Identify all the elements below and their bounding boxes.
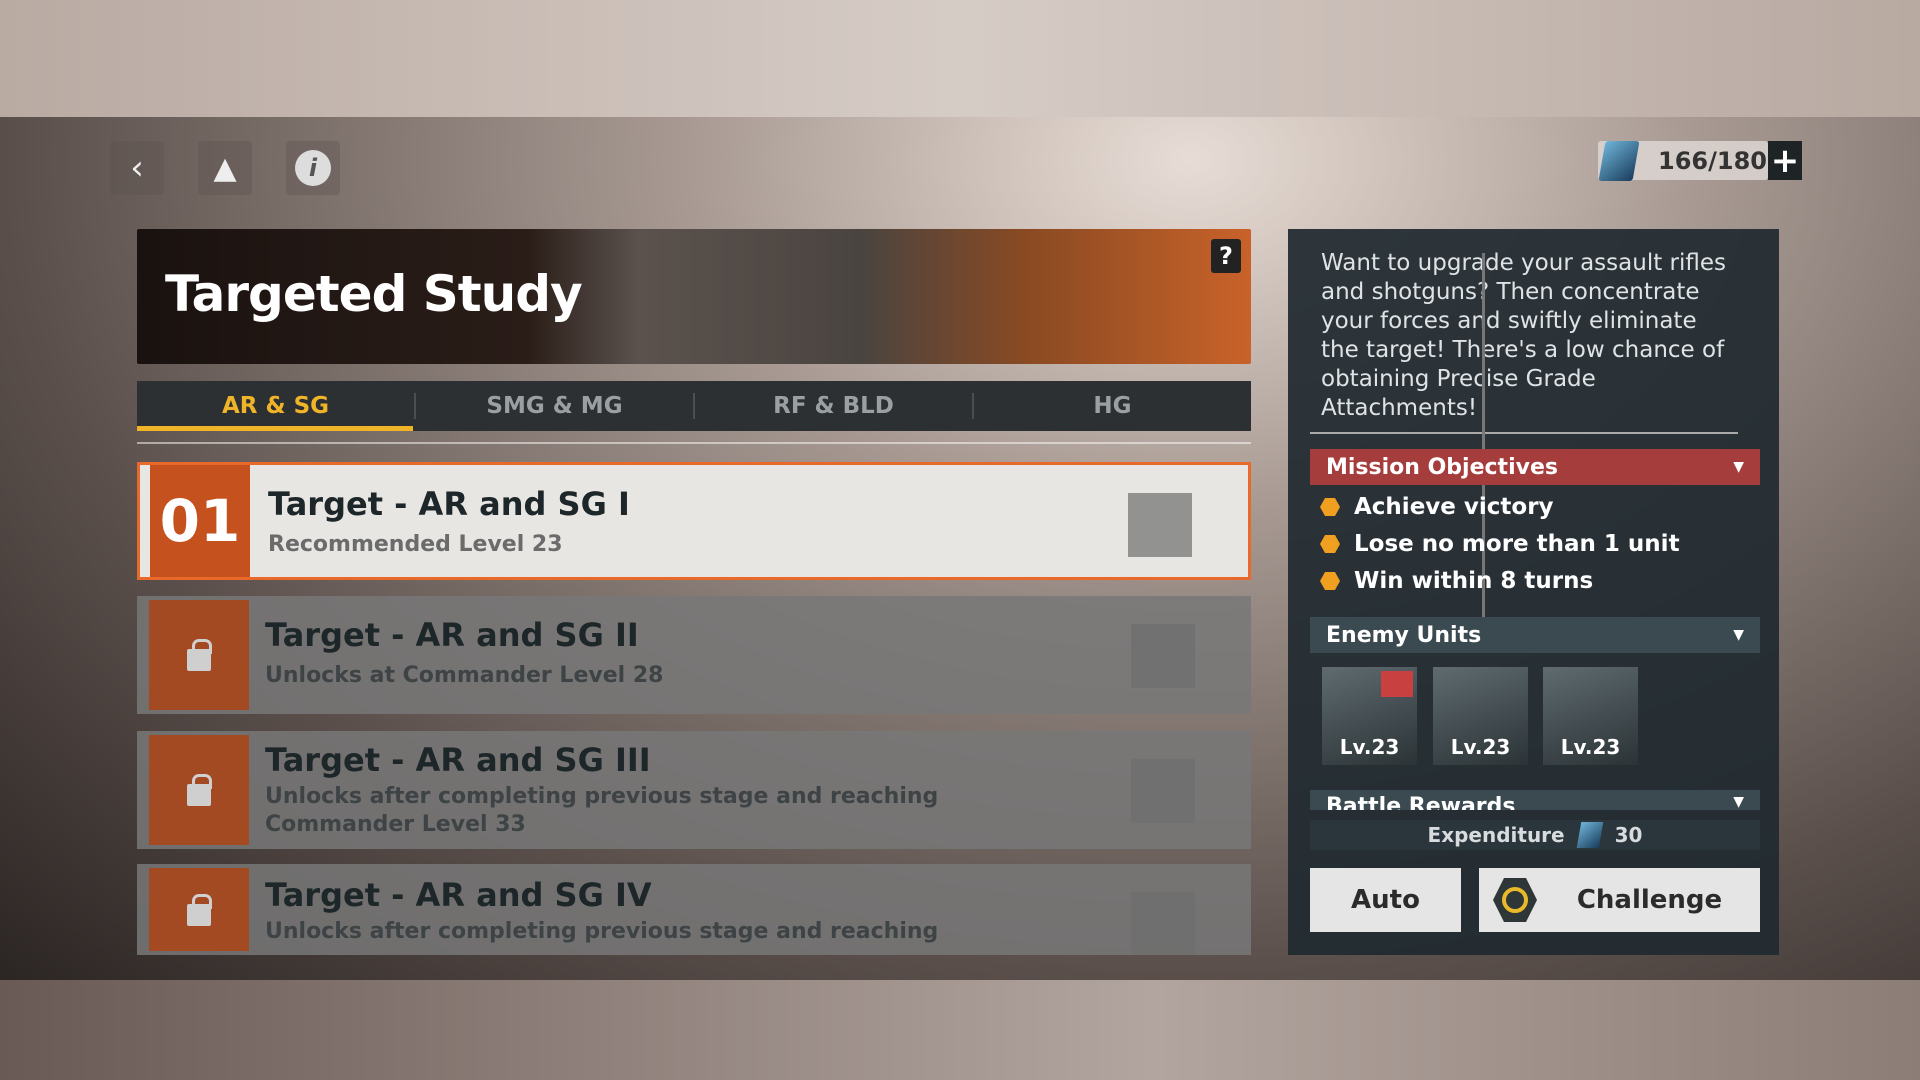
- section-title: Battle Rewards: [1326, 794, 1516, 810]
- stage-subtitle: Unlocks after completing previous stage …: [265, 919, 939, 944]
- lock-icon: [187, 893, 212, 926]
- enemy-portrait[interactable]: Lv.23: [1322, 667, 1417, 765]
- divider: [1310, 432, 1738, 434]
- hexagon-icon: [1320, 572, 1340, 590]
- battery-card-icon: [1598, 140, 1640, 181]
- challenge-label: Challenge: [1576, 885, 1723, 915]
- hexagon-icon: [1320, 498, 1340, 516]
- add-stamina-button[interactable]: +: [1768, 140, 1802, 181]
- stage-subtitle: Recommended Level 23: [268, 532, 563, 557]
- enemy-units-header[interactable]: Enemy Units ▼: [1310, 617, 1760, 653]
- top-letterbox: [0, 0, 1920, 117]
- active-tab-indicator: [137, 426, 413, 431]
- expenditure-label: Expenditure: [1427, 823, 1565, 847]
- caret-down-icon: ▼: [1733, 794, 1744, 810]
- mode-banner: Targeted Study ?: [137, 229, 1251, 364]
- enemy-level: Lv.23: [1560, 735, 1621, 759]
- stage-row-2[interactable]: Target - AR and SG II Unlocks at Command…: [137, 596, 1251, 714]
- target-logo-icon: [1131, 892, 1195, 955]
- expenditure-bar: Expenditure 30: [1310, 820, 1760, 850]
- expenditure-value: 30: [1614, 823, 1643, 847]
- plus-icon: +: [1770, 140, 1800, 181]
- tab-smg-mg[interactable]: SMG & MG: [416, 393, 695, 419]
- target-logo-icon: [1128, 493, 1192, 557]
- stage-title: Target - AR and SG III: [265, 741, 651, 779]
- target-logo-icon: [1131, 759, 1195, 823]
- target-logo-icon: [1131, 624, 1195, 688]
- stage-title: Target - AR and SG I: [268, 485, 630, 523]
- stage-subtitle: Unlocks after completing previous stage …: [265, 784, 939, 837]
- bottom-letterbox: [0, 980, 1920, 1080]
- home-button[interactable]: ▲: [198, 141, 252, 195]
- objective-text: Achieve victory: [1354, 494, 1554, 520]
- lock-icon: [187, 639, 212, 671]
- lock-icon: [187, 774, 212, 806]
- info-button[interactable]: i: [286, 141, 340, 195]
- enemy-portrait[interactable]: Lv.23: [1543, 667, 1638, 765]
- stage-description: Want to upgrade your assault rifles and …: [1321, 250, 1727, 421]
- objective-text: Lose no more than 1 unit: [1354, 531, 1680, 557]
- challenge-hexagon-icon: [1493, 878, 1537, 922]
- enemy-level: Lv.23: [1450, 735, 1511, 759]
- tab-ar-sg[interactable]: AR & SG: [137, 393, 416, 419]
- stamina-value: 166/180: [1658, 146, 1767, 175]
- back-button[interactable]: ‹: [110, 141, 164, 195]
- stage-number: 01: [150, 465, 250, 577]
- stamina-display: 166/180: [1598, 140, 1768, 181]
- divider: [137, 442, 1251, 444]
- triangle-logo-icon: ▲: [213, 150, 237, 186]
- stage-row-1[interactable]: 01 Target - AR and SG I Recommended Leve…: [137, 462, 1251, 580]
- stage-subtitle: Unlocks at Commander Level 28: [265, 663, 664, 688]
- info-icon: i: [295, 150, 331, 186]
- challenge-button[interactable]: Challenge: [1479, 868, 1760, 932]
- auto-button[interactable]: Auto: [1310, 868, 1461, 932]
- hexagon-icon: [1320, 535, 1340, 553]
- section-title: Enemy Units: [1326, 622, 1482, 648]
- chevron-left-icon: ‹: [130, 148, 144, 188]
- objective-item: Win within 8 turns: [1320, 568, 1593, 594]
- section-title: Mission Objectives: [1326, 454, 1558, 480]
- battle-rewards-header[interactable]: Battle Rewards ▼: [1310, 790, 1760, 810]
- tab-rf-bld[interactable]: RF & BLD: [695, 393, 974, 419]
- objective-item: Achieve victory: [1320, 494, 1554, 520]
- enemy-level: Lv.23: [1339, 735, 1400, 759]
- objective-text: Win within 8 turns: [1354, 568, 1594, 594]
- help-button[interactable]: ?: [1211, 239, 1241, 273]
- battery-card-icon: [1576, 822, 1603, 848]
- objective-item: Lose no more than 1 unit: [1320, 531, 1680, 557]
- weapon-tabs: AR & SG SMG & MG RF & BLD HG: [137, 381, 1251, 431]
- stage-row-4[interactable]: Target - AR and SG IV Unlocks after comp…: [137, 864, 1251, 955]
- mission-objectives-header[interactable]: Mission Objectives ▼: [1310, 449, 1760, 485]
- caret-down-icon: ▼: [1733, 459, 1744, 475]
- caret-down-icon: ▼: [1733, 627, 1744, 643]
- tab-hg[interactable]: HG: [974, 393, 1251, 419]
- enemy-portrait[interactable]: Lv.23: [1433, 667, 1528, 765]
- elite-badge-icon: [1381, 671, 1413, 697]
- stage-title: Target - AR and SG II: [265, 616, 639, 654]
- page-title: Targeted Study: [165, 265, 583, 323]
- stage-row-3[interactable]: Target - AR and SG III Unlocks after com…: [137, 731, 1251, 849]
- stage-title: Target - AR and SG IV: [265, 876, 652, 914]
